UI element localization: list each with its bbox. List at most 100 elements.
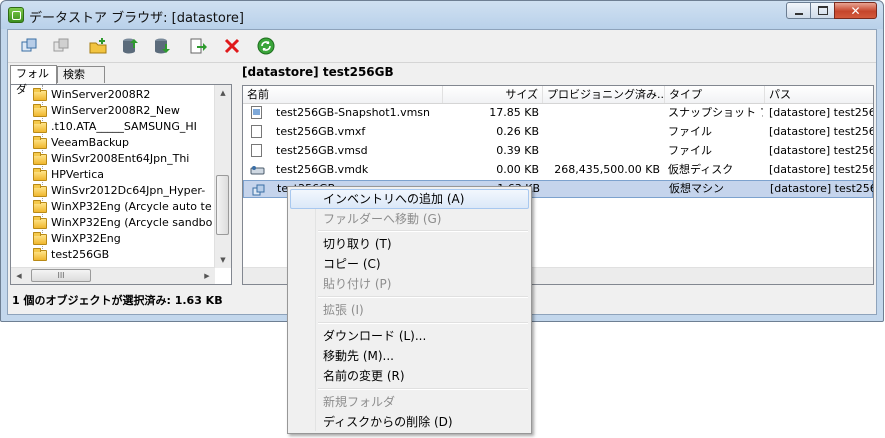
context-menu-item[interactable]: 名前の変更 (R): [290, 366, 529, 386]
file-list-header: 名前 サイズ プロビジョニング済み... タイプ パス: [243, 86, 873, 104]
file-prov-cell: 268,435,500.00 KB: [554, 163, 660, 176]
context-menu-item: 新規フォルダ: [323, 395, 396, 409]
tree-item-label: WinServer2008R2_New: [51, 104, 180, 117]
file-type-cell: スナップショット フ...: [668, 106, 763, 119]
tree-item[interactable]: WinServer2008R2: [11, 87, 217, 103]
file-size-cell: 0.39 KB: [496, 144, 539, 157]
scroll-up-icon[interactable]: ▲: [215, 85, 231, 101]
context-menu-item[interactable]: 切り取り (T): [290, 234, 529, 254]
tree-hscroll-thumb[interactable]: III: [31, 269, 91, 282]
context-menu-item: 貼り付け (P): [323, 277, 392, 291]
tree-item[interactable]: HPVertica: [11, 167, 217, 183]
menu-separator: [318, 296, 528, 298]
toolbar: [8, 30, 876, 63]
tree-item-label: .t10.ATA_____SAMSUNG_HI: [51, 120, 197, 133]
folder-icon: [33, 200, 47, 213]
file-path-cell: [datastore] test256GB: [769, 125, 873, 138]
delete-button[interactable]: [222, 36, 242, 56]
menu-separator: [318, 230, 528, 232]
tree-item-label: VeeamBackup: [51, 136, 129, 149]
upload-to-datastore-button[interactable]: [120, 36, 140, 56]
tree-item-label: WinSvr2008Ent64Jpn_Thi: [51, 152, 190, 165]
file-row[interactable]: test256GB-Snapshot1.vmsn 17.85 KB スナップショット…: [243, 104, 873, 122]
file-path-cell: [datastore] test256GB: [769, 106, 873, 119]
file-row[interactable]: test256GB.vmsd 0.39 KB ファイル [datastore] tes…: [243, 142, 873, 160]
folder-tree: WinServer2008R2 WinServer2008R2_New .t10.A…: [10, 84, 232, 285]
virtual-disk-icon: [250, 166, 265, 175]
folder-icon: [33, 104, 47, 117]
refresh-button[interactable]: [256, 36, 276, 56]
context-menu-item[interactable]: 移動先 (M)...: [290, 346, 529, 366]
file-path-cell: [datastore] test256GB: [769, 144, 873, 157]
tree-item[interactable]: WinSvr2012Dc64Jpn_Hyper-: [11, 183, 217, 199]
folder-icon: [33, 216, 47, 229]
tree-item-label: test256GB: [51, 248, 110, 261]
tree-item-label: WinSvr2012Dc64Jpn_Hyper-: [51, 184, 206, 197]
download-from-datastore-button[interactable]: [152, 36, 172, 56]
tree-item[interactable]: WinXP32Eng (Arcycle sandbo: [11, 215, 217, 231]
folder-icon: [33, 248, 47, 261]
vm-inventory-disabled-icon: [53, 38, 69, 52]
minimize-button[interactable]: [786, 2, 811, 19]
tree-item-label: HPVertica: [51, 168, 105, 181]
folder-icon: [33, 152, 47, 165]
file-path-cell: [datastore] test256GB: [770, 182, 873, 195]
file-name-cell: test256GB.vmsd: [276, 144, 368, 157]
file-type-cell: 仮想ディスク: [668, 163, 734, 176]
move-button[interactable]: [188, 36, 208, 56]
tree-item[interactable]: WinXP32Eng (Arcycle auto te: [11, 199, 217, 215]
tree-item[interactable]: WinServer2008R2_New: [11, 103, 217, 119]
tree-item[interactable]: WinXP32Eng: [11, 231, 217, 247]
current-path-title: [datastore] test256GB: [242, 65, 394, 79]
context-menu-item: ファルダーへ移動 (G): [323, 212, 442, 226]
refresh-icon: [257, 37, 275, 55]
tree-item[interactable]: VeeamBackup: [11, 135, 217, 151]
context-menu-item[interactable]: インベントリへの追加 (A): [290, 189, 529, 209]
column-header-path[interactable]: パス: [765, 86, 873, 103]
folder-icon: [33, 168, 47, 181]
scroll-left-icon[interactable]: ◀: [11, 268, 27, 284]
snapshot-file-icon: [251, 106, 262, 119]
file-row[interactable]: test256GB.vmdk 0.00 KB 268,435,500.00 KB 仮想…: [243, 161, 873, 179]
file-type-cell: 仮想マシン: [669, 182, 724, 195]
scroll-right-icon[interactable]: ▶: [199, 268, 215, 284]
context-menu-item: 拡張 (I): [323, 303, 364, 317]
file-type-cell: ファイル: [668, 125, 712, 138]
tab-search[interactable]: 検索: [57, 66, 105, 83]
tab-folders[interactable]: フォルダ: [10, 65, 57, 96]
file-size-cell: 17.85 KB: [489, 106, 539, 119]
column-header-size[interactable]: サイズ: [443, 86, 543, 103]
file-row[interactable]: test256GB.vmxf 0.26 KB ファイル [datastore] tes…: [243, 123, 873, 141]
tree-vscroll-thumb[interactable]: [216, 175, 229, 235]
tree-item-label: WinServer2008R2: [51, 88, 151, 101]
inventory-button-disabled[interactable]: [51, 36, 71, 56]
file-size-cell: 0.26 KB: [496, 125, 539, 138]
context-menu-item[interactable]: コピー (C): [290, 254, 529, 274]
menu-separator: [318, 322, 528, 324]
new-folder-button[interactable]: [88, 36, 108, 56]
column-header-provisioned[interactable]: プロビジョニング済み...: [543, 86, 665, 103]
tree-vertical-scrollbar[interactable]: ▲ ▼: [214, 85, 231, 268]
vm-inventory-icon: [21, 38, 37, 52]
tree-item[interactable]: .t10.ATA_____SAMSUNG_HI: [11, 119, 217, 135]
tree-item[interactable]: test256GB: [11, 247, 217, 263]
column-header-name[interactable]: 名前: [243, 86, 443, 103]
folder-icon: [33, 88, 47, 101]
context-menu: インベントリへの追加 (A) ファルダーへ移動 (G) 切り取り (T) コピー (C…: [287, 186, 532, 434]
new-folder-icon: [89, 38, 107, 54]
close-button[interactable]: ✕: [834, 2, 877, 19]
context-menu-item[interactable]: ディスクからの削除 (D): [290, 412, 529, 432]
file-name-cell: test256GB.vmxf: [276, 125, 366, 138]
file-type-cell: ファイル: [668, 144, 712, 157]
scroll-down-icon[interactable]: ▼: [215, 252, 231, 268]
inventory-add-button[interactable]: [19, 36, 39, 56]
title-bar[interactable]: データストア ブラウザ: [datastore] ✕: [1, 1, 883, 29]
tree-horizontal-scrollbar[interactable]: ◀ III ▶: [11, 267, 215, 284]
file-icon: [251, 144, 262, 157]
tree-item[interactable]: WinSvr2008Ent64Jpn_Thi: [11, 151, 217, 167]
context-menu-item[interactable]: ダウンロード (L)...: [290, 326, 529, 346]
close-icon: ✕: [850, 3, 861, 18]
maximize-button[interactable]: [810, 2, 835, 19]
column-header-type[interactable]: タイプ: [665, 86, 765, 103]
menu-separator: [318, 388, 528, 390]
